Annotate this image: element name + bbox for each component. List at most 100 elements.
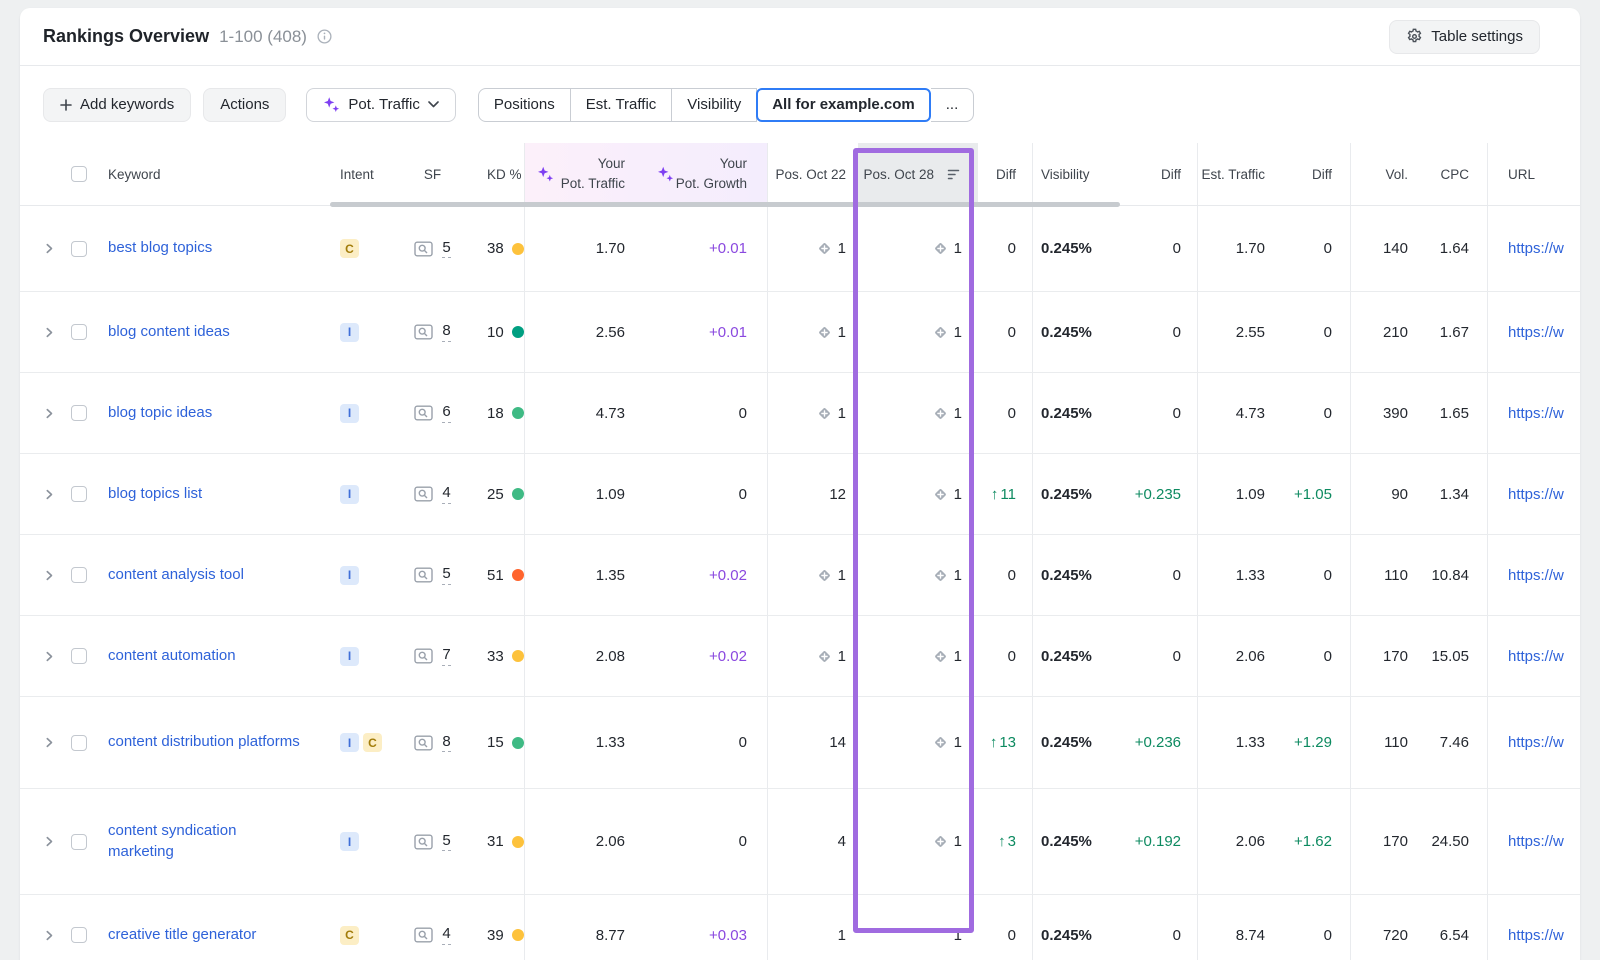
col-diff-est-traffic[interactable]: Diff [1283, 143, 1351, 205]
row-checkbox[interactable] [71, 735, 87, 751]
tab-positions[interactable]: Positions [478, 88, 571, 122]
header-checkbox-cell [64, 143, 94, 205]
keyword-cell: blog topics list [94, 454, 330, 534]
diff-est-traffic-value: 0 [1283, 206, 1351, 291]
serp-features-count[interactable]: 5 [442, 239, 450, 259]
table-settings-button[interactable]: Table settings [1389, 20, 1540, 54]
keyword-link[interactable]: content distribution platforms [108, 732, 300, 752]
col-keyword[interactable]: Keyword [94, 143, 330, 205]
col-pos-oct28[interactable]: Pos. Oct 28 [858, 143, 978, 205]
keyword-link[interactable]: content syndication marketing [108, 821, 300, 862]
keyword-link[interactable]: best blog topics [108, 238, 212, 258]
tab-visibility[interactable]: Visibility [672, 88, 757, 122]
col-cpc[interactable]: CPC [1426, 143, 1488, 205]
tab-est-traffic[interactable]: Est. Traffic [571, 88, 673, 122]
url-link[interactable]: https://w [1508, 324, 1564, 341]
col-est-traffic[interactable]: Est. Traffic [1198, 143, 1283, 205]
serp-features-icon[interactable] [414, 648, 433, 664]
url-link[interactable]: https://w [1508, 648, 1564, 665]
add-keywords-button[interactable]: Add keywords [43, 88, 191, 122]
serp-features-count[interactable]: 6 [442, 403, 450, 423]
est-traffic-value: 2.55 [1198, 292, 1283, 372]
row-checkbox[interactable] [71, 405, 87, 421]
metric-dropdown-label: Pot. Traffic [348, 96, 419, 113]
intent-badge-I: I [340, 832, 359, 851]
expand-chevron-icon[interactable] [44, 737, 55, 748]
col-diff-position[interactable]: Diff [978, 143, 1033, 205]
expand-chevron-icon[interactable] [44, 408, 55, 419]
serp-features-icon[interactable] [414, 834, 433, 850]
serp-features-count[interactable]: 8 [442, 322, 450, 342]
sf-cell: 6 [400, 373, 465, 453]
url-link[interactable]: https://w [1508, 734, 1564, 751]
expand-chevron-icon[interactable] [44, 243, 55, 254]
keyword-cell: blog topic ideas [94, 373, 330, 453]
url-link[interactable]: https://w [1508, 405, 1564, 422]
tab-all-for-example-com[interactable]: All for example.com [756, 88, 931, 122]
table-header: Keyword Intent SF KD % Your Pot. Traffic… [20, 143, 1580, 206]
url-link[interactable]: https://w [1508, 567, 1564, 584]
actions-button[interactable]: Actions [203, 88, 286, 122]
serp-features-icon[interactable] [414, 567, 433, 583]
col-your-pot-growth[interactable]: Your Pot. Growth [645, 143, 768, 205]
checkbox-cell [64, 206, 94, 291]
expand-chevron-icon[interactable] [44, 651, 55, 662]
serp-features-icon[interactable] [414, 324, 433, 340]
kd-cell: 25 [465, 454, 525, 534]
serp-features-count[interactable]: 7 [442, 646, 450, 666]
serp-features-icon[interactable] [414, 486, 433, 502]
serp-features-icon[interactable] [414, 927, 433, 943]
serp-features-count[interactable]: 4 [442, 484, 450, 504]
info-icon[interactable] [317, 29, 332, 44]
expand-chevron-icon[interactable] [44, 570, 55, 581]
url-link[interactable]: https://w [1508, 833, 1564, 850]
serp-features-count[interactable]: 8 [442, 733, 450, 753]
horizontal-scrollbar[interactable] [330, 202, 1120, 207]
col-url[interactable]: URL [1488, 143, 1578, 205]
col-your-pot-traffic[interactable]: Your Pot. Traffic [525, 143, 645, 205]
col-pos-oct22[interactable]: Pos. Oct 22 [768, 143, 858, 205]
row-checkbox[interactable] [71, 486, 87, 502]
col-volume[interactable]: Vol. [1351, 143, 1426, 205]
keyword-link[interactable]: creative title generator [108, 925, 256, 945]
row-checkbox[interactable] [71, 241, 87, 257]
url-link[interactable]: https://w [1508, 927, 1564, 944]
expand-chevron-icon[interactable] [44, 327, 55, 338]
keyword-link[interactable]: blog content ideas [108, 322, 230, 342]
expand-chevron-icon[interactable] [44, 489, 55, 500]
keyword-link[interactable]: content automation [108, 646, 236, 666]
row-checkbox[interactable] [71, 567, 87, 583]
serp-features-count[interactable]: 5 [442, 565, 450, 585]
serp-features-count[interactable]: 4 [442, 925, 450, 945]
keyword-link[interactable]: content analysis tool [108, 565, 244, 585]
metric-dropdown-button[interactable]: Pot. Traffic [306, 88, 455, 122]
tab-more[interactable]: ... [931, 88, 975, 122]
expand-chevron-icon[interactable] [44, 836, 55, 847]
pos-oct22-value: 4 [768, 789, 858, 894]
expand-chevron-icon[interactable] [44, 930, 55, 941]
keyword-link[interactable]: blog topic ideas [108, 403, 212, 423]
volume-value: 170 [1351, 616, 1426, 696]
pot-growth-value: +0.01 [645, 292, 768, 372]
pot-growth-value: +0.01 [645, 206, 768, 291]
col-visibility[interactable]: Visibility [1033, 143, 1118, 205]
diff-position-value: ↑13 [978, 697, 1033, 788]
col-diff-visibility[interactable]: Diff [1118, 143, 1198, 205]
serp-features-icon[interactable] [414, 735, 433, 751]
col-intent[interactable]: Intent [330, 143, 400, 205]
serp-features-icon[interactable] [414, 405, 433, 421]
select-all-checkbox[interactable] [71, 166, 87, 182]
row-checkbox[interactable] [71, 834, 87, 850]
keyword-link[interactable]: blog topics list [108, 484, 202, 504]
serp-feature-position-icon [933, 834, 948, 849]
col-kd[interactable]: KD % [465, 143, 525, 205]
row-checkbox[interactable] [71, 648, 87, 664]
col-sf[interactable]: SF [400, 143, 465, 205]
diff-visibility-value: +0.236 [1118, 697, 1198, 788]
url-link[interactable]: https://w [1508, 240, 1564, 257]
serp-features-count[interactable]: 5 [442, 832, 450, 852]
url-link[interactable]: https://w [1508, 486, 1564, 503]
row-checkbox[interactable] [71, 324, 87, 340]
serp-features-icon[interactable] [414, 241, 433, 257]
row-checkbox[interactable] [71, 927, 87, 943]
